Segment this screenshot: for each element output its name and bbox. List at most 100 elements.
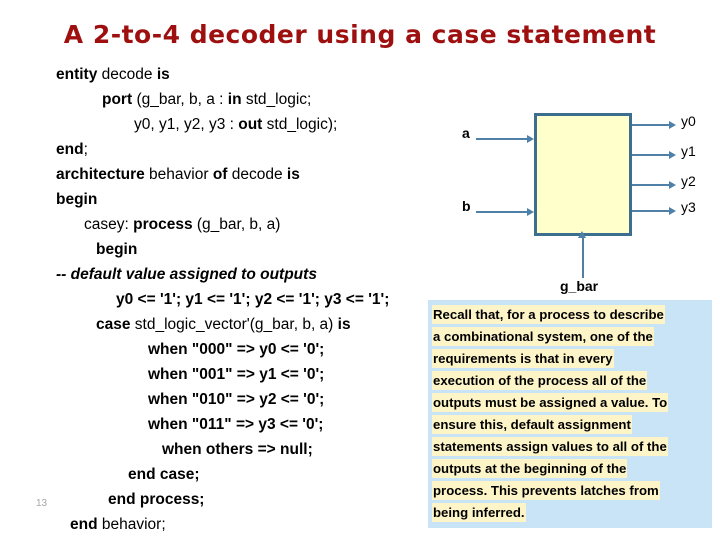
code-token: end process; [108, 491, 205, 508]
code-token: => y2 <= '0'; [236, 391, 325, 408]
code-token: end [70, 516, 102, 533]
code-token: => y0 <= '0'; [236, 341, 325, 358]
wire-input-a [476, 138, 528, 140]
code-token: casey: [84, 216, 134, 233]
code-line: case std_logic_vector'(g_bar, b, a) is [56, 312, 436, 337]
wire-output-y0 [632, 124, 670, 126]
callout-line: statements assign values to all of the [432, 436, 712, 458]
code-token: entity [56, 66, 102, 83]
code-token: => null; [257, 441, 313, 458]
code-token: architecture [56, 166, 150, 183]
wire-output-y3 [632, 210, 670, 212]
code-token: y0, y1, y2, y3 : [134, 116, 239, 133]
diagram-input-label-b: b [462, 198, 471, 214]
callout-line: outputs at the beginning of the [432, 458, 712, 480]
code-token: std_logic); [266, 116, 338, 133]
code-token: of [212, 166, 232, 183]
arrow-input-b-icon [527, 208, 534, 216]
code-token: ; [83, 141, 88, 158]
callout-line: Recall that, for a process to describe [432, 304, 712, 326]
callout-text: outputs at the beginning of the [432, 459, 628, 478]
arrow-output-y3-icon [669, 207, 676, 215]
code-token: out [238, 116, 267, 133]
callout-line: requirements is that in every [432, 348, 712, 370]
slide-number: 13 [36, 498, 48, 509]
callout-line: being inferred. [432, 502, 712, 524]
wire-input-b [476, 211, 528, 213]
code-token: std_logic_vector'(g_bar, b, a) [134, 316, 338, 333]
diagram-control-label-gbar: g_bar [560, 278, 599, 294]
code-token: when "011" [148, 416, 236, 433]
callout-text: ensure this, default assignment [432, 415, 632, 434]
code-token: end [56, 141, 84, 158]
code-token: std_logic; [245, 91, 312, 108]
diagram-output-label-y1: y1 [681, 143, 696, 159]
code-token: (g_bar, b, a) [196, 216, 281, 233]
callout-line: outputs must be assigned a value. To [432, 392, 712, 414]
code-token: when "001" [148, 366, 237, 383]
callout-text: Recall that, for a process to describe [432, 305, 665, 324]
arrow-control-gbar-icon [578, 231, 586, 238]
callout-line: ensure this, default assignment [432, 414, 712, 436]
code-line: when "010" => y2 <= '0'; [56, 387, 436, 412]
code-token: is [156, 66, 170, 83]
code-line: end behavior; [56, 512, 436, 537]
code-token: process [133, 216, 197, 233]
code-token: => y3 <= '0'; [235, 416, 324, 433]
code-token: port [102, 91, 137, 108]
code-line: begin [56, 187, 436, 212]
code-token: when "010" [148, 391, 237, 408]
code-line: entity decode is [56, 62, 436, 87]
code-line: end; [56, 137, 436, 162]
callout-text: execution of the process all of the [432, 371, 648, 390]
wire-output-y2 [632, 184, 670, 186]
code-token: decode [101, 66, 157, 83]
code-line: end process; [56, 487, 436, 512]
code-token: behavior; [101, 516, 166, 533]
code-line: begin [56, 237, 436, 262]
callout-text: being inferred. [432, 503, 526, 522]
callout-text: requirements is that in every [432, 349, 614, 368]
code-token: when "000" [148, 341, 237, 358]
wire-output-y1 [632, 154, 670, 156]
code-line: -- default value assigned to outputs [56, 262, 436, 287]
code-token: when others [162, 441, 258, 458]
decoder-block-diagram: a b g_bar y0 y1 y2 y3 [440, 100, 716, 300]
callout-text: process. This prevents latches from [432, 481, 660, 500]
decoder-box-shape [534, 113, 632, 236]
vhdl-code-block: entity decode is port (g_bar, b, a : in s… [56, 62, 436, 537]
callout-line: process. This prevents latches from [432, 480, 712, 502]
code-token: => y1 <= '0'; [236, 366, 325, 383]
diagram-input-label-a: a [462, 125, 470, 141]
callout-line: execution of the process all of the [432, 370, 712, 392]
code-line: casey: process (g_bar, b, a) [56, 212, 436, 237]
code-line: y0, y1, y2, y3 : out std_logic); [56, 112, 436, 137]
code-line: y0 <= '1'; y1 <= '1'; y2 <= '1'; y3 <= '… [56, 287, 436, 312]
diagram-output-label-y0: y0 [681, 113, 696, 129]
diagram-output-label-y3: y3 [681, 199, 696, 215]
code-token: is [337, 316, 351, 333]
code-line: when "001" => y1 <= '0'; [56, 362, 436, 387]
code-token: (g_bar, b, a : [136, 91, 228, 108]
code-line: port (g_bar, b, a : in std_logic; [56, 87, 436, 112]
code-line: when "011" => y3 <= '0'; [56, 412, 436, 437]
code-token: begin [96, 241, 138, 258]
code-token: case [96, 316, 135, 333]
code-line: architecture behavior of decode is [56, 162, 436, 187]
code-line: end case; [56, 462, 436, 487]
arrow-output-y2-icon [669, 181, 676, 189]
callout-text: outputs must be assigned a value. To [432, 393, 669, 412]
callout-note: Recall that, for a process to describe a … [428, 300, 712, 528]
code-token: -- default value assigned to outputs [56, 266, 317, 283]
callout-line: a combinational system, one of the [432, 326, 712, 348]
code-line: when "000" => y0 <= '0'; [56, 337, 436, 362]
slide-canvas: A 2-to-4 decoder using a case statement … [0, 0, 720, 540]
arrow-output-y0-icon [669, 121, 676, 129]
page-title: A 2-to-4 decoder using a case statement [63, 20, 657, 49]
callout-text: a combinational system, one of the [432, 327, 654, 346]
code-token: end case; [128, 466, 200, 483]
code-line: when others => null; [56, 437, 436, 462]
code-token: behavior [149, 166, 213, 183]
wire-control-gbar [582, 238, 584, 278]
code-token: begin [56, 191, 98, 208]
